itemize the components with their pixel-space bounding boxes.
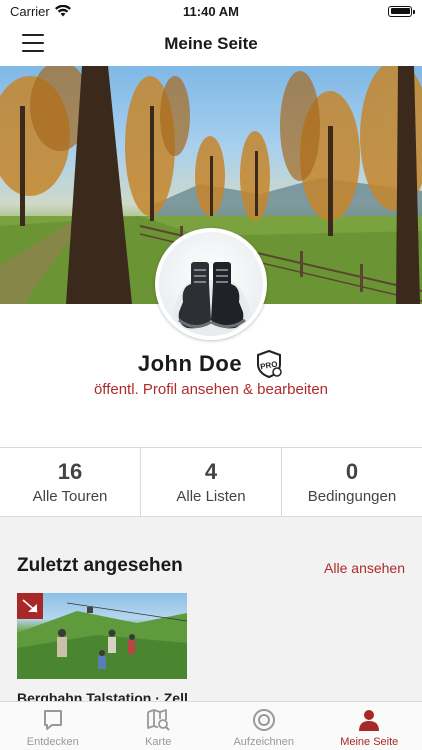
see-all-link[interactable]: Alle ansehen xyxy=(324,560,405,576)
profile-name-row: John Doe PRO xyxy=(0,349,422,379)
stat-lists[interactable]: 4 Alle Listen xyxy=(141,448,282,516)
nav-bar: Meine Seite xyxy=(0,22,422,66)
stat-conditions[interactable]: 0 Bedingungen xyxy=(282,448,422,516)
tab-label: Entdecken xyxy=(26,736,79,748)
stat-label: Bedingungen xyxy=(307,488,397,505)
stat-label: Alle Touren xyxy=(32,488,108,505)
tab-label: Karte xyxy=(145,736,172,748)
page-title: Meine Seite xyxy=(164,34,258,53)
stat-label: Alle Listen xyxy=(176,488,246,505)
stats-bar: 16 Alle Touren 4 Alle Listen 0 Bedingung… xyxy=(0,447,422,517)
chat-bubble-icon xyxy=(43,710,62,730)
person-icon xyxy=(359,710,380,731)
avatar[interactable] xyxy=(155,228,267,340)
tab-entdecken[interactable]: Entdecken xyxy=(0,702,106,750)
status-bar: Carrier 11:40 AM xyxy=(0,0,422,22)
stat-value: 0 xyxy=(345,459,359,484)
tab-aufzeichnen[interactable]: Aufzeichnen xyxy=(211,702,317,750)
edit-profile-link[interactable]: öffentl. Profil ansehen & bearbeiten xyxy=(0,381,422,398)
battery-icon xyxy=(388,5,415,17)
stat-value: 4 xyxy=(204,459,218,484)
stat-tours[interactable]: 16 Alle Touren xyxy=(0,448,141,516)
boots-image xyxy=(169,262,255,336)
pro-badge-icon: PRO xyxy=(257,349,282,379)
tab-bar: Entdecken Karte Aufzeichnen Meine Seite xyxy=(0,701,422,750)
map-search-icon xyxy=(147,709,170,731)
tab-label: Aufzeichnen xyxy=(233,736,295,748)
status-time: 11:40 AM xyxy=(183,3,239,19)
recent-card-image[interactable] xyxy=(17,593,187,679)
profile-name: John Doe xyxy=(137,351,243,376)
tab-karte[interactable]: Karte xyxy=(106,702,212,750)
tab-meine-seite[interactable]: Meine Seite xyxy=(317,702,422,750)
stat-value: 16 xyxy=(57,459,83,484)
tab-label: Meine Seite xyxy=(340,736,399,748)
record-icon xyxy=(252,709,275,731)
mountain-lift-icon xyxy=(17,593,43,619)
menu-icon[interactable] xyxy=(22,34,44,52)
recent-title: Zuletzt angesehen xyxy=(17,555,183,576)
